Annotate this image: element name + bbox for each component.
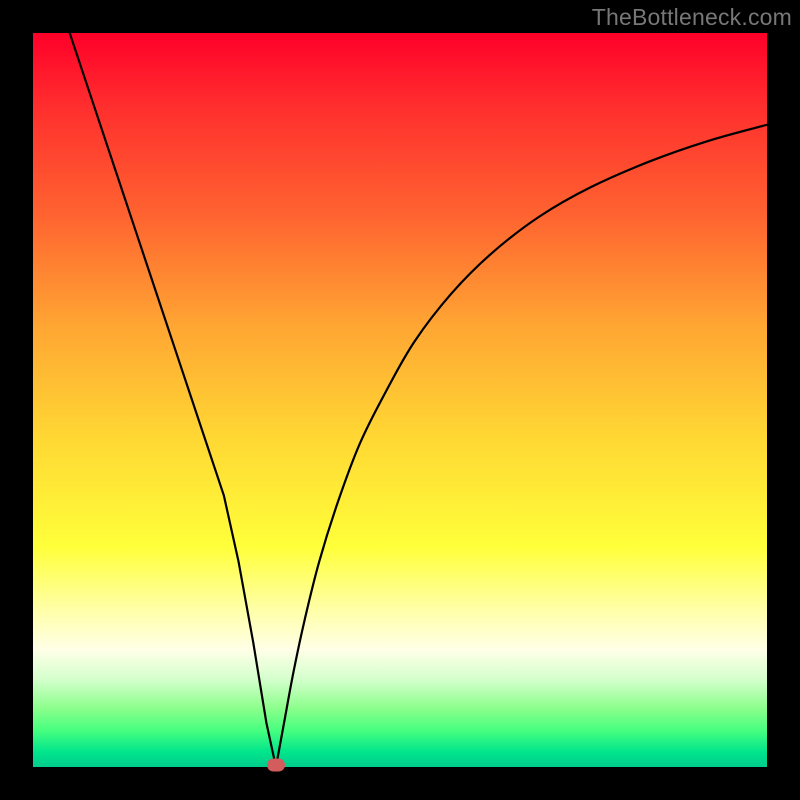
curve-left-branch xyxy=(70,33,276,767)
curve-right-branch xyxy=(276,125,767,767)
curve-layer xyxy=(33,33,767,767)
plot-area xyxy=(33,33,767,767)
chart-frame: TheBottleneck.com xyxy=(0,0,800,800)
minimum-marker xyxy=(267,759,285,772)
watermark-label: TheBottleneck.com xyxy=(592,4,792,31)
